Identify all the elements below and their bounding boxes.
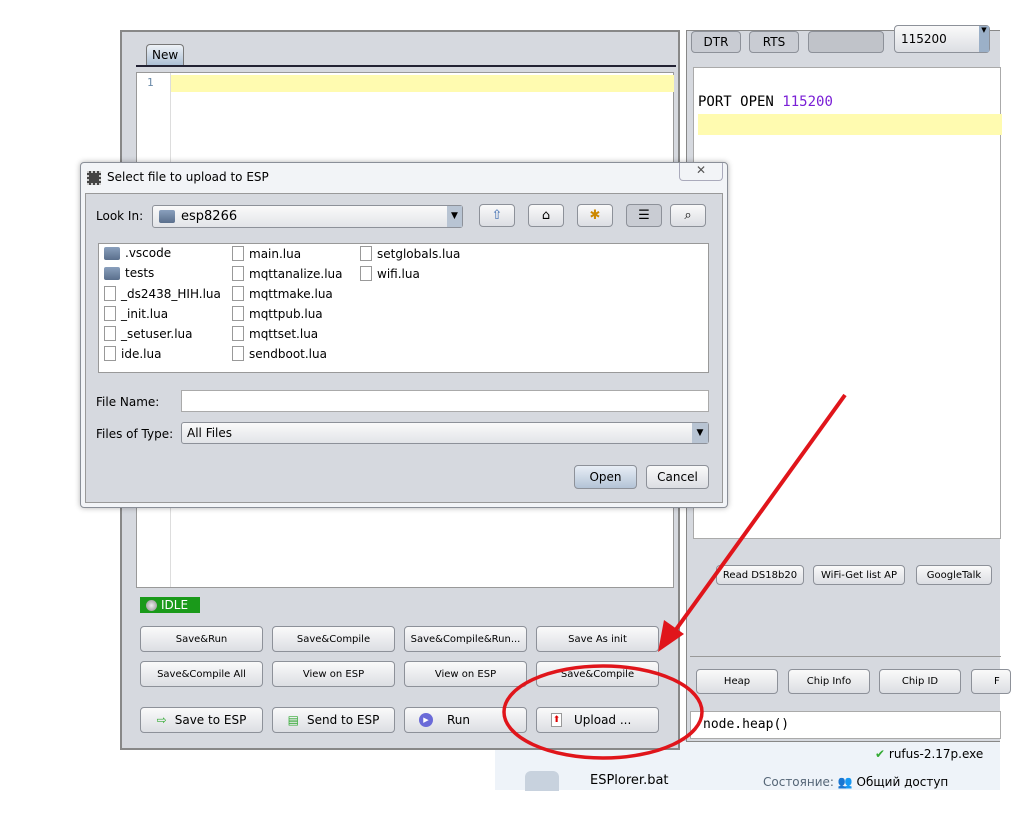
annotation-circle <box>502 664 704 760</box>
annotation-arrow <box>670 393 847 637</box>
annotation-overlay <box>502 393 847 760</box>
